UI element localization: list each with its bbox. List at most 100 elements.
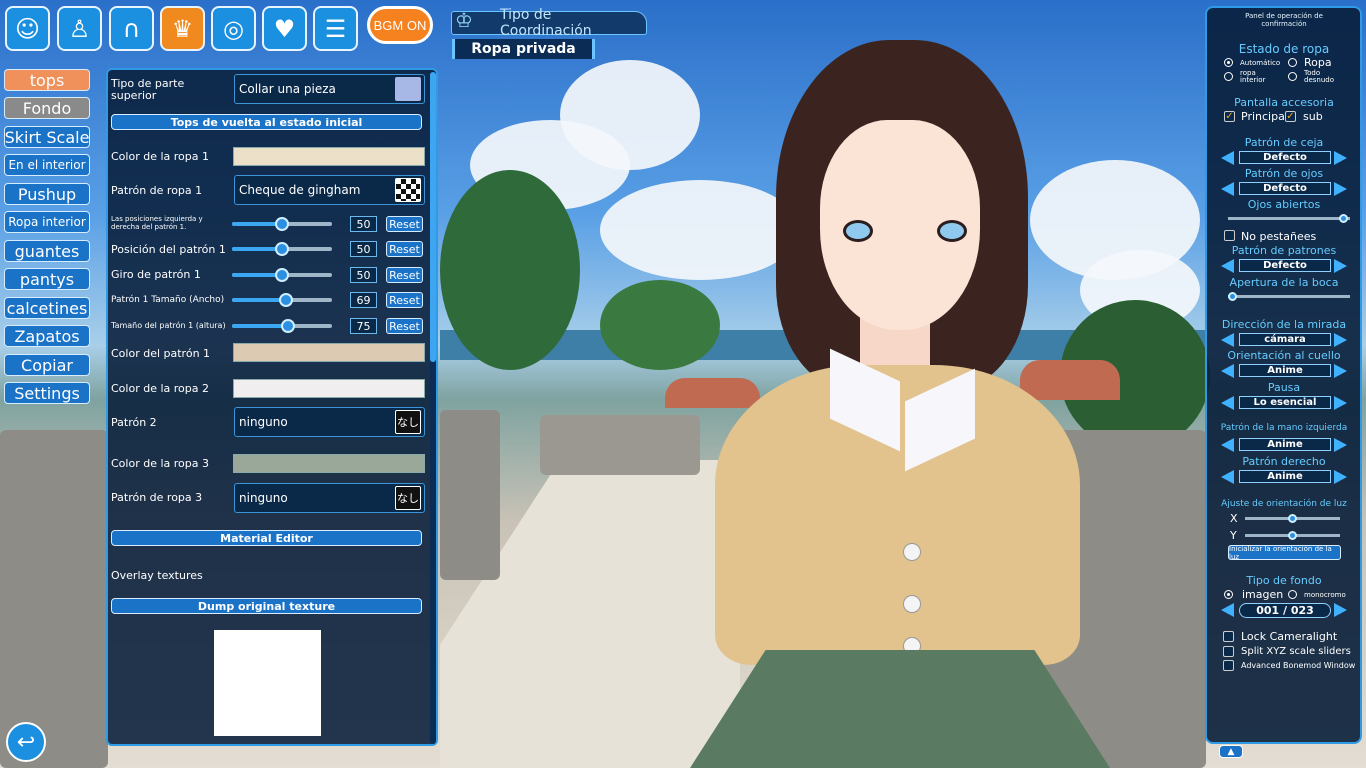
color1-swatch[interactable] <box>233 147 425 166</box>
eyebrow-next-arrow[interactable] <box>1334 151 1347 165</box>
neck-prev-arrow[interactable] <box>1221 364 1234 378</box>
material-editor-button[interactable]: Material Editor <box>111 530 422 546</box>
pattern2-select[interactable]: ninguno なし <box>234 407 425 437</box>
acc-principal-label: Principal <box>1241 110 1288 123</box>
mouth-open-knob[interactable] <box>1228 292 1237 301</box>
category-copiar[interactable]: Copiar <box>4 354 90 376</box>
advanced-bonemod-checkbox[interactable] <box>1223 660 1234 671</box>
eyes-open-slider[interactable] <box>1228 214 1350 223</box>
bg-value: 001 / 023 <box>1239 603 1331 618</box>
slider-knob[interactable] <box>275 217 289 231</box>
pose-next-arrow[interactable] <box>1334 396 1347 410</box>
light-y-slider[interactable] <box>1245 531 1340 540</box>
body-icon[interactable]: ♙ <box>57 6 102 51</box>
slider-reset-button[interactable]: Reset <box>386 267 423 283</box>
coordination-type-value[interactable]: Ropa privada <box>452 39 595 59</box>
pattern1-width-slider[interactable] <box>232 293 332 307</box>
right-hand-next-arrow[interactable] <box>1334 470 1347 484</box>
slider-reset-button[interactable]: Reset <box>386 216 423 232</box>
pattern1-position-slider[interactable] <box>232 242 332 256</box>
pattern1-height-slider[interactable] <box>232 319 332 333</box>
slider-value[interactable]: 75 <box>350 318 377 334</box>
menu-icon[interactable]: ☰ <box>313 6 358 51</box>
left-hand-prev-arrow[interactable] <box>1221 438 1234 452</box>
pattern1-lr-slider[interactable] <box>232 217 332 231</box>
panel-scrollbar-thumb[interactable] <box>430 72 436 362</box>
light-x-knob[interactable] <box>1288 514 1297 523</box>
slider-value[interactable]: 50 <box>350 267 377 283</box>
gaze-value: cámara <box>1239 333 1331 346</box>
slider-reset-button[interactable]: Reset <box>386 241 423 257</box>
pattern3-select[interactable]: ninguno なし <box>234 483 425 513</box>
color2-swatch[interactable] <box>233 379 425 398</box>
bg-prev-arrow[interactable] <box>1221 603 1234 617</box>
category-calcetines[interactable]: calcetines <box>4 297 90 319</box>
patterns-prev-arrow[interactable] <box>1221 259 1234 273</box>
face-icon[interactable]: ☺ <box>5 6 50 51</box>
light-y-knob[interactable] <box>1288 531 1297 540</box>
state-ropa-radio[interactable] <box>1288 58 1297 67</box>
color3-swatch[interactable] <box>233 454 425 473</box>
pattern2-value: ninguno <box>239 415 288 429</box>
color1-label: Color de la ropa 1 <box>111 150 209 163</box>
reset-tops-button[interactable]: Tops de vuelta al estado inicial <box>111 114 422 130</box>
bg-image-radio[interactable] <box>1224 590 1233 599</box>
slider-value[interactable]: 69 <box>350 292 377 308</box>
bg-mono-radio[interactable] <box>1288 590 1297 599</box>
left-hand-next-arrow[interactable] <box>1334 438 1347 452</box>
bg-mono-label: monocromo <box>1304 591 1346 599</box>
bg-next-arrow[interactable] <box>1334 603 1347 617</box>
eyes-next-arrow[interactable] <box>1334 182 1347 196</box>
back-button[interactable]: ↩ <box>6 722 46 762</box>
slider-knob[interactable] <box>275 242 289 256</box>
acc-principal-checkbox[interactable]: ✓ <box>1224 111 1235 122</box>
slider-reset-button[interactable]: Reset <box>386 292 423 308</box>
state-auto-radio[interactable] <box>1224 58 1233 67</box>
pose-prev-arrow[interactable] <box>1221 396 1234 410</box>
category-en-el-interior[interactable]: En el interior <box>4 154 90 176</box>
state-nude-radio[interactable] <box>1288 72 1297 81</box>
pattern-color1-swatch[interactable] <box>233 343 425 362</box>
category-fondo[interactable]: Fondo <box>4 97 90 119</box>
split-xyz-checkbox[interactable] <box>1223 646 1234 657</box>
eyebrow-prev-arrow[interactable] <box>1221 151 1234 165</box>
mouth-open-slider[interactable] <box>1228 292 1350 301</box>
collapse-panel-button[interactable]: ▲ <box>1219 745 1243 758</box>
acc-sub-checkbox[interactable]: ✓ <box>1285 111 1296 122</box>
bgm-toggle-button[interactable]: BGM ON <box>367 6 433 44</box>
eyes-open-knob[interactable] <box>1338 214 1348 223</box>
category-guantes[interactable]: guantes <box>4 240 90 262</box>
category-zapatos[interactable]: Zapatos <box>4 325 90 347</box>
slider-knob[interactable] <box>275 268 289 282</box>
pattern1-rotation-slider[interactable] <box>232 268 332 282</box>
heart-icon[interactable]: ♥ <box>262 6 307 51</box>
light-reset-button[interactable]: Inicializar la orientación de la luz <box>1228 545 1341 561</box>
pattern1-select[interactable]: Cheque de gingham <box>234 175 425 205</box>
eyes-prev-arrow[interactable] <box>1221 182 1234 196</box>
slider-knob[interactable] <box>281 319 296 333</box>
light-x-slider[interactable] <box>1245 514 1340 523</box>
hair-icon[interactable]: ∩ <box>109 6 154 51</box>
slider-value[interactable]: 50 <box>350 241 377 257</box>
clothes-icon[interactable]: ♛ <box>160 6 205 51</box>
part-type-select[interactable]: Collar una pieza <box>234 74 425 104</box>
dump-texture-button[interactable]: Dump original texture <box>111 598 422 614</box>
slider-value[interactable]: 50 <box>350 216 377 232</box>
category-pantys[interactable]: pantys <box>4 268 90 290</box>
state-underwear-radio[interactable] <box>1224 72 1233 81</box>
right-hand-prev-arrow[interactable] <box>1221 470 1234 484</box>
category-tops[interactable]: tops <box>4 69 90 91</box>
neck-next-arrow[interactable] <box>1334 364 1347 378</box>
texture-preview <box>214 630 321 736</box>
gaze-prev-arrow[interactable] <box>1221 333 1234 347</box>
slider-reset-button[interactable]: Reset <box>386 318 423 334</box>
category-ropa-interior[interactable]: Ropa interior <box>4 211 90 233</box>
category-settings[interactable]: Settings <box>4 382 90 404</box>
lock-cameralight-checkbox[interactable] <box>1223 631 1234 642</box>
patterns-next-arrow[interactable] <box>1334 259 1347 273</box>
category-pushup[interactable]: Pushup <box>4 183 90 205</box>
accessory-icon[interactable]: ◎ <box>211 6 256 51</box>
gaze-next-arrow[interactable] <box>1334 333 1347 347</box>
no-blink-checkbox[interactable] <box>1224 230 1235 241</box>
category-skirt-scale[interactable]: Skirt Scale <box>4 126 90 148</box>
